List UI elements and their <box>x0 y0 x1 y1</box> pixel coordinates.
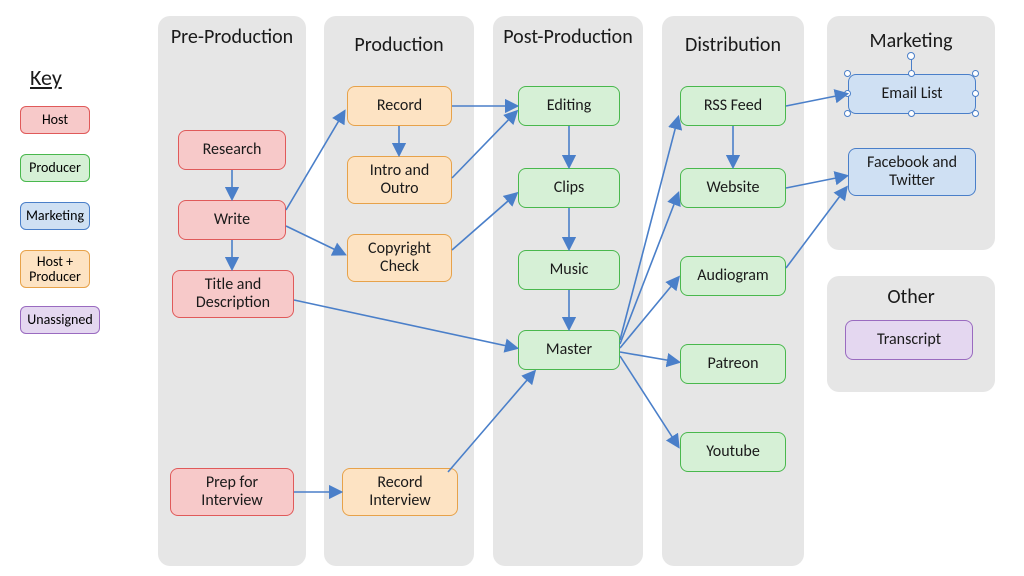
key-producer: Producer <box>20 154 90 182</box>
node-titledesc[interactable]: Title and Description <box>172 270 294 318</box>
selection-handle-ne[interactable] <box>972 70 979 77</box>
node-patreon[interactable]: Patreon <box>680 344 786 384</box>
col-title-dist: Distribution <box>662 34 804 56</box>
col-title-other: Other <box>827 286 995 308</box>
node-editing[interactable]: Editing <box>518 86 620 126</box>
node-clips[interactable]: Clips <box>518 168 620 208</box>
selection-handle-nw[interactable] <box>844 70 851 77</box>
node-prepint[interactable]: Prep for Interview <box>170 468 294 516</box>
node-master[interactable]: Master <box>518 330 620 370</box>
col-title-mkt: Marketing <box>827 30 995 52</box>
key-host: Host <box>20 106 90 134</box>
col-title-prod: Production <box>324 34 474 56</box>
node-copyright[interactable]: Copyright Check <box>347 234 452 282</box>
node-youtube[interactable]: Youtube <box>680 432 786 472</box>
selection-handle-n[interactable] <box>908 70 915 77</box>
node-recordint[interactable]: Record Interview <box>342 468 458 516</box>
selection-handle-se[interactable] <box>972 110 979 117</box>
key-marketing: Marketing <box>20 202 90 230</box>
col-title-preprod: Pre-Production <box>158 26 306 48</box>
node-website[interactable]: Website <box>680 168 786 208</box>
selection-handle-w[interactable] <box>844 90 851 97</box>
node-fbtwitter[interactable]: Facebook and Twitter <box>848 148 976 196</box>
node-rssfeed[interactable]: RSS Feed <box>680 86 786 126</box>
node-music[interactable]: Music <box>518 250 620 290</box>
node-research[interactable]: Research <box>178 130 286 170</box>
key-hostprod: Host + Producer <box>20 250 90 288</box>
node-transcript[interactable]: Transcript <box>845 320 973 360</box>
key-title: Key <box>30 64 62 91</box>
selection-handle-sw[interactable] <box>844 110 851 117</box>
selection-rotate-handle[interactable] <box>907 52 915 60</box>
key-unassigned: Unassigned <box>20 306 100 334</box>
col-title-postprod: Post-Production <box>493 26 643 48</box>
node-record[interactable]: Record <box>347 86 452 126</box>
node-audiogram[interactable]: Audiogram <box>680 256 786 296</box>
node-introoutro[interactable]: Intro and Outro <box>347 156 452 204</box>
node-write[interactable]: Write <box>178 200 286 240</box>
selection-handle-e[interactable] <box>972 90 979 97</box>
node-emaillist[interactable]: Email List <box>848 74 976 114</box>
selection-handle-s[interactable] <box>908 110 915 117</box>
